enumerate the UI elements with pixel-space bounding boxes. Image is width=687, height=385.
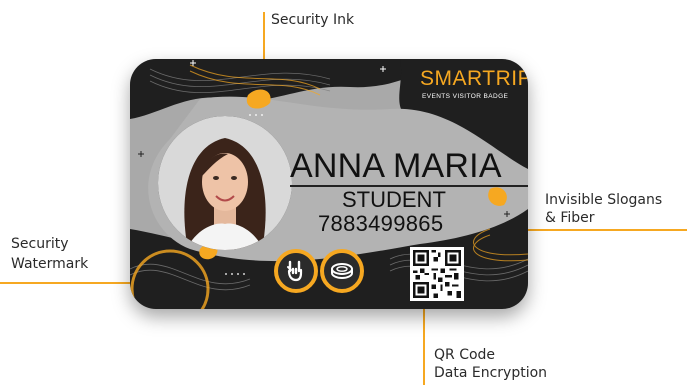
security-watermark-leader [0,282,150,284]
visitor-badge-card: SMARTRIP EVENTS VISITOR BADGE ANNA MARIA… [130,59,528,309]
coin-icon [320,249,364,293]
rock-hand-icon [274,249,318,293]
qr-code-label-1: QR Code [434,347,496,363]
qr-code-leader [423,300,425,385]
security-ink-label: Security Ink [271,12,355,28]
security-watermark-label-2: Watermark [11,256,89,272]
holder-photo [158,116,292,250]
invisible-slogans-label-1: Invisible Slogans [545,192,663,208]
brand-subtitle: EVENTS VISITOR BADGE [422,93,509,100]
security-watermark-label-1: Security [11,236,69,252]
invisible-slogans-label-2: & Fiber [545,210,595,226]
qr-code-label-2: Data Encryption [434,365,548,381]
qr-code-icon [410,247,464,301]
holder-name: ANNA MARIA [290,147,502,185]
holder-role: STUDENT [342,187,446,212]
invisible-slogans-leader-horizontal [512,229,687,231]
holder-id-number: 7883499865 [318,211,444,236]
brand-logo: SMARTRIP [420,67,528,90]
